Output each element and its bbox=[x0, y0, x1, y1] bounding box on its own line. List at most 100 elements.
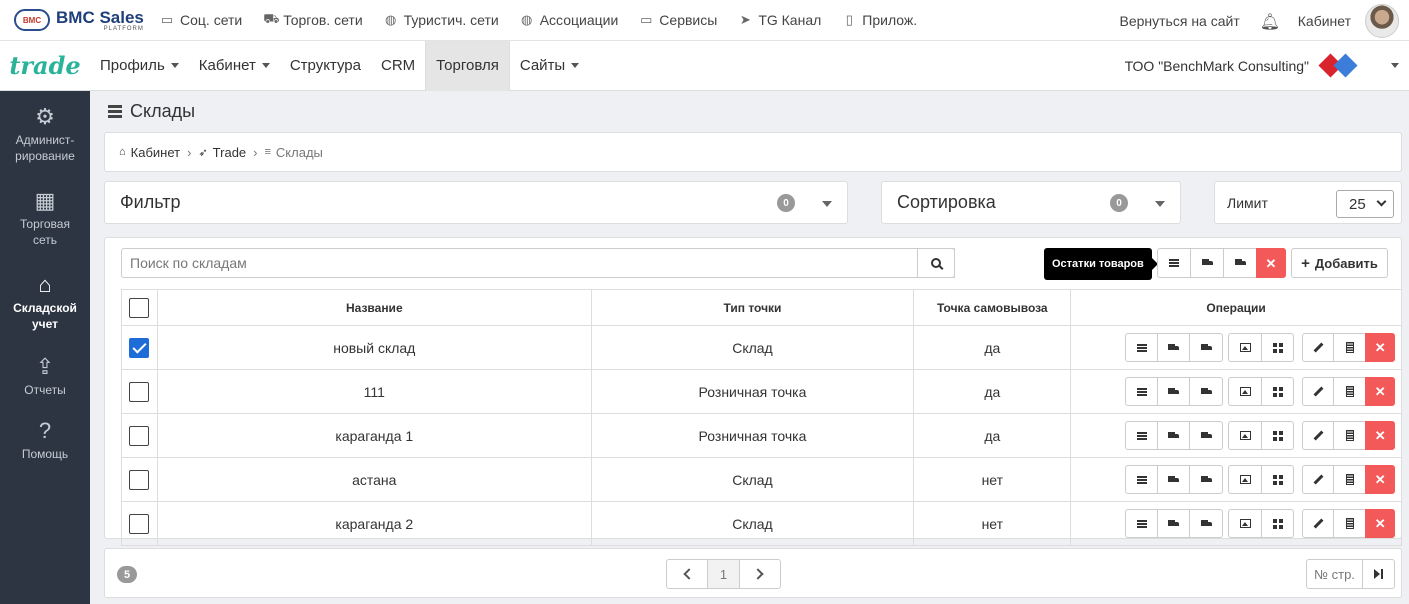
truck-out-button[interactable] bbox=[1189, 509, 1224, 538]
edit-button[interactable] bbox=[1302, 421, 1335, 450]
stock-balance-button[interactable] bbox=[1157, 248, 1191, 278]
grid-button[interactable] bbox=[1261, 509, 1295, 538]
delete-button[interactable]: ✕ bbox=[1365, 421, 1396, 450]
topnav-trade-networks[interactable]: ⛟ Торгов. сети bbox=[263, 11, 362, 29]
next-page-button[interactable] bbox=[739, 559, 781, 589]
company-selector[interactable]: ТОО "BenchMark Consulting" bbox=[1125, 41, 1359, 91]
truck-in-button[interactable] bbox=[1157, 465, 1191, 494]
sidebar-item-reports[interactable]: ⇪ Отчеты bbox=[0, 343, 90, 407]
nav-sites[interactable]: Сайты bbox=[510, 41, 589, 91]
truck-in-button[interactable] bbox=[1157, 377, 1191, 406]
nav-cabinet[interactable]: Кабинет bbox=[189, 41, 280, 91]
truck-out-button[interactable] bbox=[1189, 377, 1224, 406]
filter-panel[interactable]: Фильтр 0 bbox=[104, 181, 848, 224]
barcode-icon bbox=[1345, 342, 1354, 353]
nav-structure[interactable]: Структура bbox=[280, 41, 371, 91]
nav-profile[interactable]: Профиль bbox=[90, 41, 189, 91]
edit-button[interactable] bbox=[1302, 333, 1335, 362]
caret-down-icon[interactable] bbox=[822, 201, 832, 207]
topnav-social[interactable]: ▭ Соц. сети bbox=[160, 12, 242, 28]
stock-balance-button[interactable] bbox=[1125, 465, 1159, 494]
column-header[interactable]: Точка самовывоза bbox=[913, 289, 1072, 326]
truck-out-button[interactable] bbox=[1189, 465, 1224, 494]
column-header[interactable]: Название bbox=[156, 289, 592, 326]
topnav-tourism[interactable]: ◍ Туристич. сети bbox=[384, 12, 499, 28]
caret-down-icon[interactable] bbox=[1155, 201, 1165, 207]
topnav-associations[interactable]: ◍ Ассоциации bbox=[520, 12, 618, 28]
last-page-button[interactable] bbox=[1362, 559, 1395, 589]
nav-trade[interactable]: Торговля bbox=[425, 40, 510, 91]
stock-balance-button[interactable] bbox=[1125, 377, 1159, 406]
sidebar-item-warehouse[interactable]: ⌂ Складской учет bbox=[0, 259, 90, 343]
search-input[interactable]: Поиск по складам bbox=[121, 248, 955, 278]
table-row[interactable]: караганда 1 Розничная точка да ✕ bbox=[121, 413, 1402, 458]
edit-button[interactable] bbox=[1302, 465, 1335, 494]
barcode-button[interactable] bbox=[1333, 509, 1367, 538]
truck-out-button[interactable] bbox=[1223, 248, 1257, 278]
delete-button[interactable]: ✕ bbox=[1365, 465, 1396, 494]
barcode-button[interactable] bbox=[1333, 465, 1367, 494]
brand[interactable]: BMC BMC Sales PLATFORM bbox=[0, 9, 160, 32]
images-button[interactable] bbox=[1228, 333, 1263, 362]
truck-in-button[interactable] bbox=[1157, 509, 1191, 538]
breadcrumb-trade[interactable]: Trade bbox=[213, 145, 246, 160]
grid-button[interactable] bbox=[1261, 421, 1295, 450]
truck-out-button[interactable] bbox=[1189, 421, 1224, 450]
nav-crm[interactable]: CRM bbox=[371, 41, 425, 91]
delete-button[interactable]: ✕ bbox=[1365, 333, 1396, 362]
images-button[interactable] bbox=[1228, 509, 1263, 538]
stock-balance-button[interactable] bbox=[1125, 333, 1159, 362]
sort-panel[interactable]: Сортировка 0 bbox=[881, 181, 1181, 224]
table-row[interactable]: астана Склад нет ✕ bbox=[121, 457, 1402, 502]
topnav-apps[interactable]: ▯ Прилож. bbox=[842, 12, 917, 28]
row-checkbox[interactable] bbox=[129, 381, 150, 402]
column-header[interactable]: Тип точки bbox=[590, 289, 915, 326]
row-checkbox[interactable] bbox=[129, 469, 150, 490]
stock-balance-button[interactable] bbox=[1125, 421, 1159, 450]
edit-button[interactable] bbox=[1302, 509, 1335, 538]
list-icon: ≡ bbox=[264, 146, 271, 158]
cabinet-link[interactable]: Кабинет bbox=[1298, 13, 1351, 29]
select-all-checkbox[interactable] bbox=[129, 297, 150, 318]
truck-out-button[interactable] bbox=[1189, 333, 1224, 362]
row-checkbox[interactable] bbox=[129, 337, 150, 358]
add-button[interactable]: + Добавить bbox=[1291, 248, 1388, 278]
avatar[interactable] bbox=[1365, 3, 1399, 38]
truck-in-button[interactable] bbox=[1190, 248, 1224, 278]
barcode-button[interactable] bbox=[1333, 421, 1367, 450]
table-row[interactable]: караганда 2 Склад нет ✕ bbox=[121, 501, 1402, 546]
back-to-site-link[interactable]: Вернуться на сайт bbox=[1120, 13, 1240, 29]
images-button[interactable] bbox=[1228, 421, 1263, 450]
barcode-button[interactable] bbox=[1333, 377, 1367, 406]
table-row[interactable]: 111 Розничная точка да ✕ bbox=[121, 369, 1402, 414]
edit-button[interactable] bbox=[1302, 377, 1335, 406]
barcode-button[interactable] bbox=[1333, 333, 1367, 362]
prev-page-button[interactable] bbox=[666, 559, 708, 589]
truck-in-button[interactable] bbox=[1157, 421, 1191, 450]
truck-in-button[interactable] bbox=[1157, 333, 1191, 362]
grid-button[interactable] bbox=[1261, 465, 1295, 494]
images-button[interactable] bbox=[1228, 465, 1263, 494]
row-checkbox[interactable] bbox=[129, 513, 150, 534]
topnav-services[interactable]: ▭ Сервисы bbox=[639, 12, 717, 28]
sidebar-item-administration[interactable]: ⚙ Админист- рирование bbox=[0, 91, 90, 175]
search-button[interactable] bbox=[917, 248, 955, 278]
grid-button[interactable] bbox=[1261, 333, 1295, 362]
topnav-tg-channel[interactable]: ➤ TG Канал bbox=[738, 12, 821, 28]
delete-button[interactable]: ✕ bbox=[1365, 509, 1396, 538]
delete-selected-button[interactable]: ✕ bbox=[1256, 248, 1286, 278]
goto-page-input[interactable]: № стр. bbox=[1306, 559, 1363, 589]
delete-button[interactable]: ✕ bbox=[1365, 377, 1396, 406]
breadcrumb-cabinet[interactable]: Кабинет bbox=[131, 145, 180, 160]
bell-icon[interactable]: 🔔︎ bbox=[1260, 12, 1280, 31]
limit-select[interactable]: 25 bbox=[1336, 190, 1394, 218]
grid-button[interactable] bbox=[1261, 377, 1295, 406]
table-row[interactable]: новый склад Склад да ✕ bbox=[121, 325, 1402, 370]
trade-logo[interactable]: trade bbox=[0, 51, 90, 80]
stock-balance-button[interactable] bbox=[1125, 509, 1159, 538]
images-button[interactable] bbox=[1228, 377, 1263, 406]
sidebar-item-help[interactable]: ? Помощь bbox=[0, 407, 90, 471]
row-checkbox[interactable] bbox=[129, 425, 150, 446]
company-caret-icon[interactable] bbox=[1391, 63, 1399, 68]
sidebar-item-trade-network[interactable]: ▦ Торговая сеть bbox=[0, 175, 90, 259]
